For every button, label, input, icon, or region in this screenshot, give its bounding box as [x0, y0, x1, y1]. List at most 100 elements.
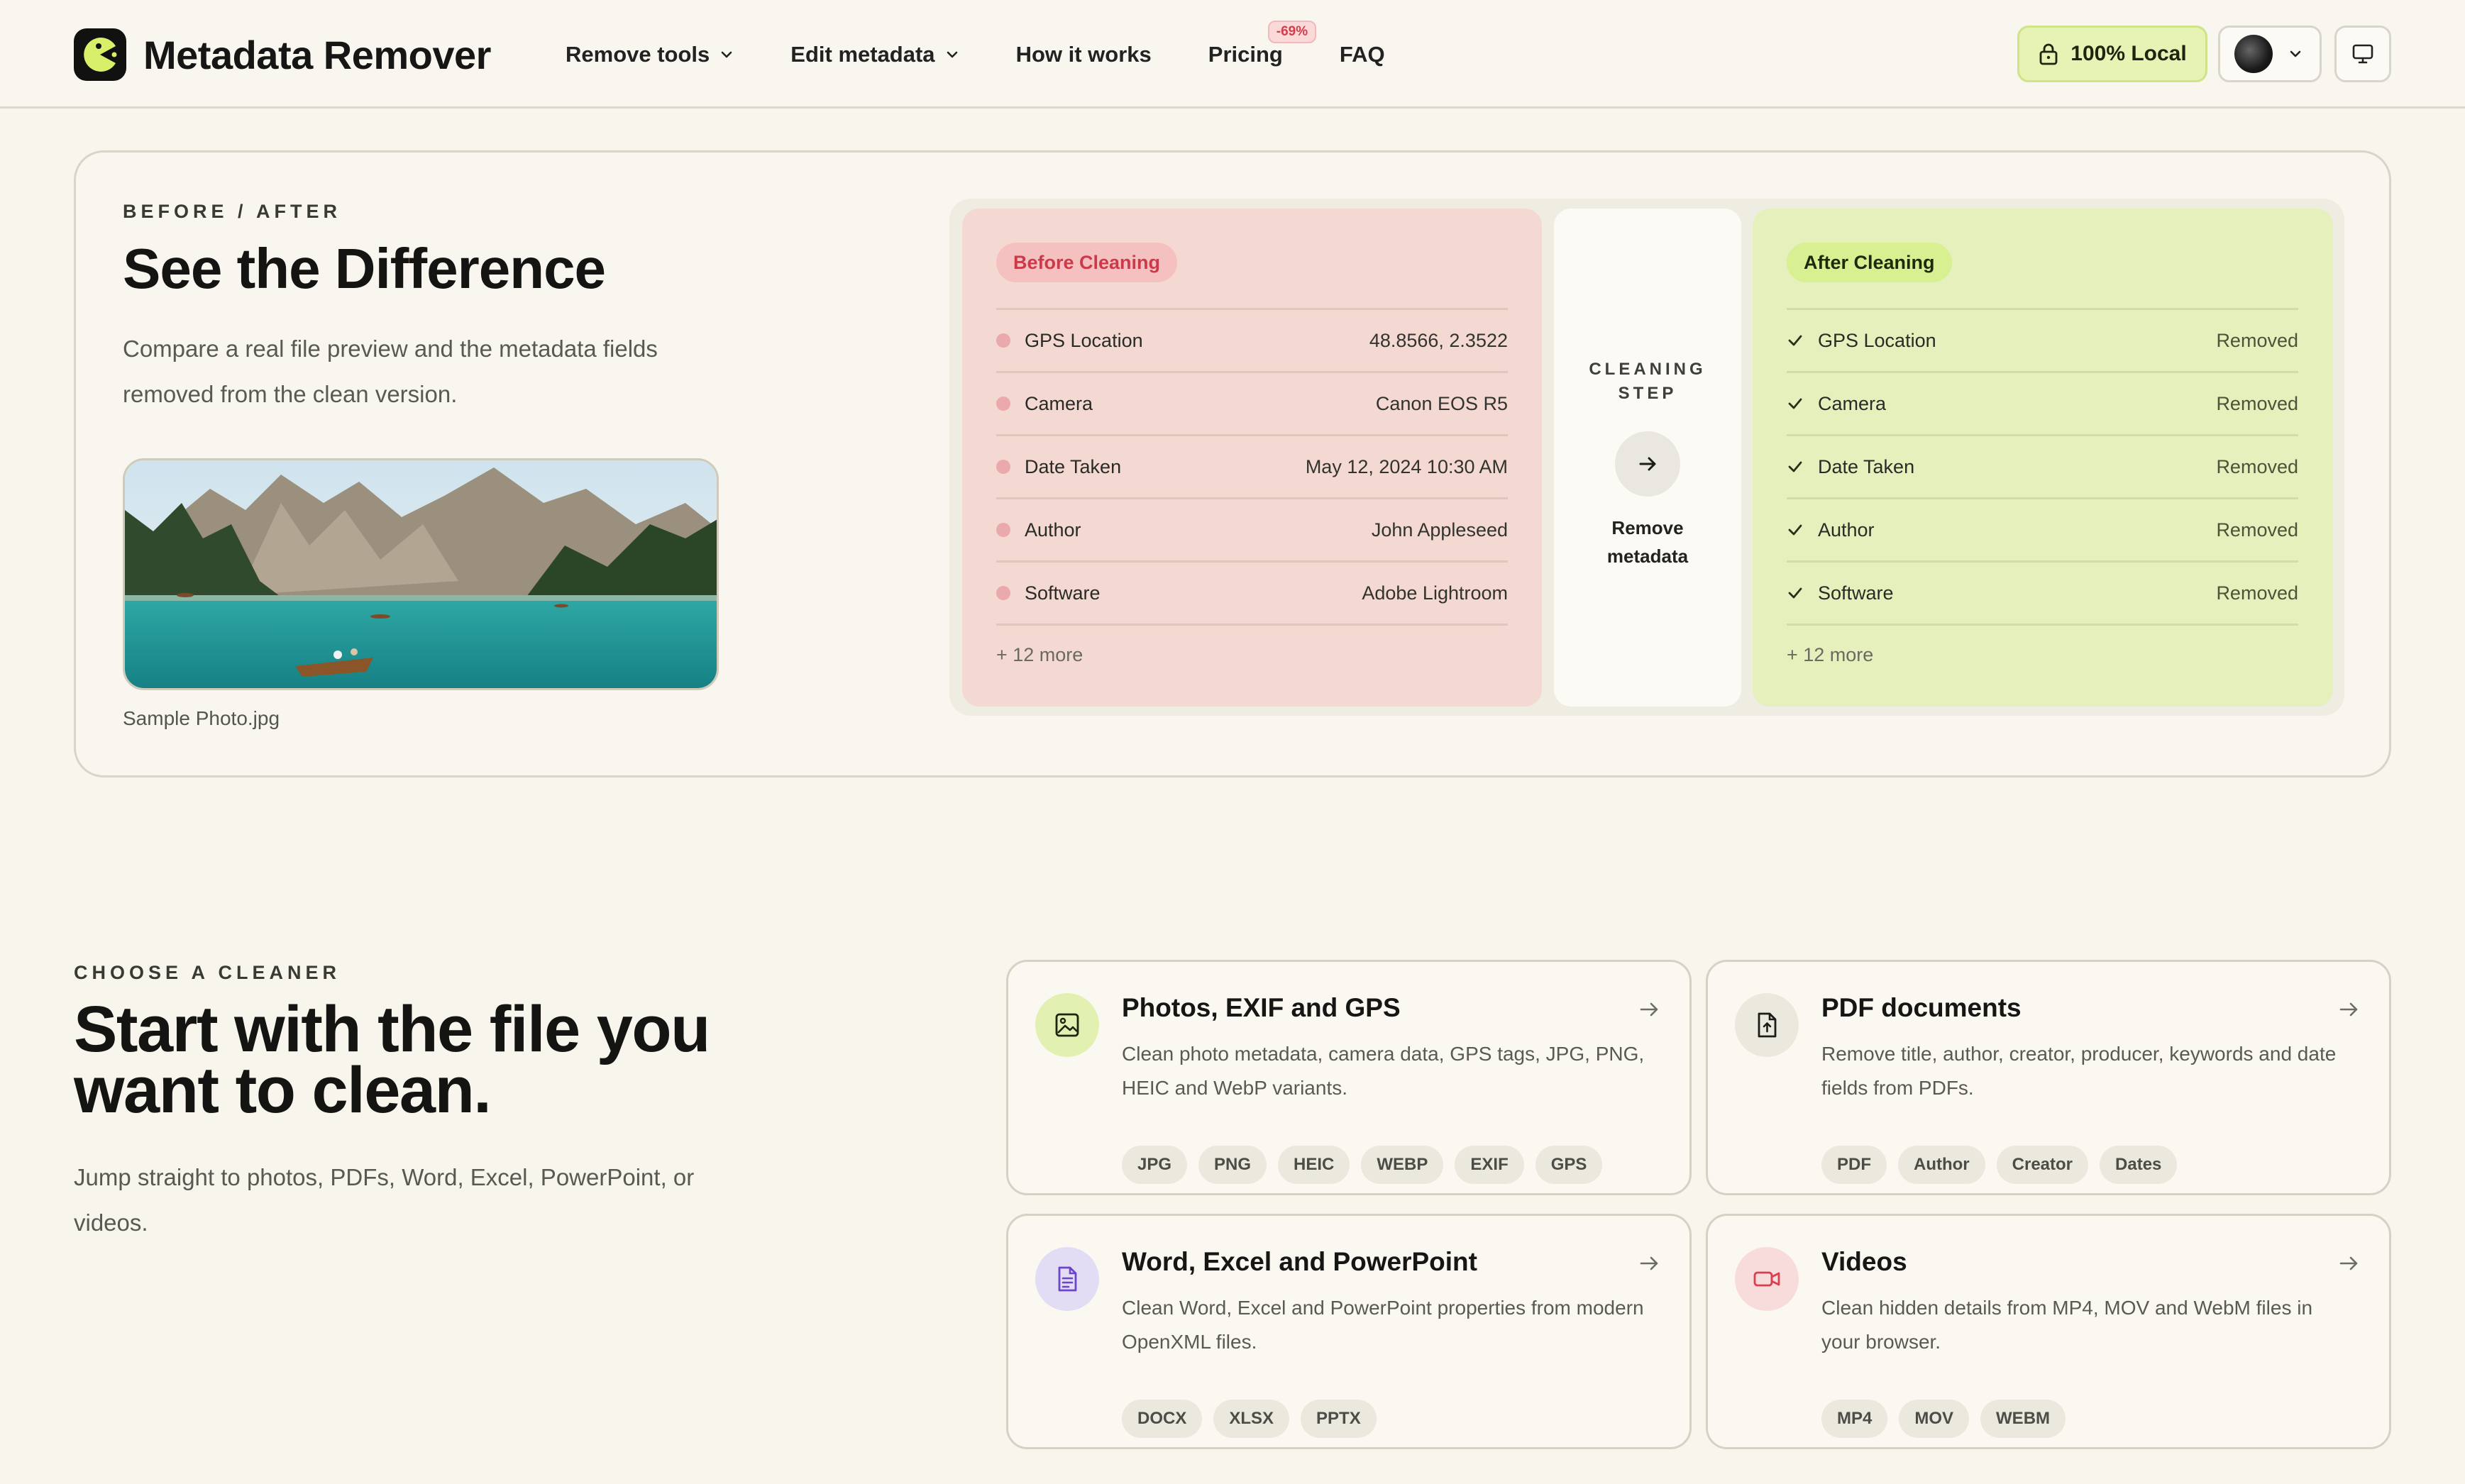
nav-label: Pricing [1208, 41, 1283, 67]
document-icon [1035, 1247, 1099, 1311]
display-mode-button[interactable] [2334, 26, 2391, 82]
format-tag: PPTX [1301, 1400, 1377, 1438]
arrow-right-icon [1640, 1002, 1658, 1017]
nav-label: How it works [1015, 41, 1152, 67]
metadata-comparison: Before Cleaning GPS Location 48.8566, 2.… [949, 199, 2344, 716]
field-label: Software [1818, 582, 1894, 604]
nav-remove-tools[interactable]: Remove tools [566, 42, 734, 67]
image-icon [1035, 993, 1099, 1057]
field-label: GPS Location [1818, 329, 1936, 351]
format-tag: DOCX [1122, 1400, 1203, 1438]
field-label: Camera [1818, 392, 1887, 414]
status-dot [996, 586, 1010, 600]
local-button-label: 100% Local [2070, 42, 2187, 65]
status-dot [996, 460, 1010, 474]
arrow-right-icon [1640, 1256, 1658, 1270]
format-tag: XLSX [1213, 1400, 1290, 1438]
chevron-down-icon [2290, 50, 2301, 57]
format-tags: MP4 MOV WEBM [1821, 1400, 2077, 1438]
metadata-list: GPS Location Removed Camera Removed Date… [1787, 308, 2298, 685]
avatar [2234, 35, 2273, 73]
nav-pricing[interactable]: Pricing -69% [1208, 20, 1317, 67]
format-tag: PNG [1198, 1146, 1267, 1184]
status-dot [996, 523, 1010, 537]
metadata-row: Software Adobe Lightroom [996, 560, 1508, 624]
checkmark-icon [1787, 395, 1804, 412]
nav-faq[interactable]: FAQ [1340, 42, 1385, 67]
card-title: Photos, EXIF and GPS [1122, 993, 1401, 1022]
metadata-row: Software Removed [1787, 560, 2298, 624]
format-tag: Creator [1996, 1146, 2089, 1184]
card-description: Remove title, author, creator, producer,… [1821, 1043, 2337, 1099]
format-tag: WEBM [1980, 1400, 2066, 1438]
cleaner-card-photos[interactable]: Photos, EXIF and GPS Clean photo metadat… [1006, 960, 1692, 1195]
format-tags: JPG PNG HEIC WEBP EXIF GPS [1122, 1146, 1614, 1184]
metadata-row: Date Taken May 12, 2024 10:30 AM [996, 434, 1508, 497]
local-processing-button[interactable]: 100% Local [2017, 26, 2207, 82]
field-label: GPS Location [1025, 329, 1143, 351]
pacman-logo-icon [74, 28, 126, 81]
field-value: Canon EOS R5 [1375, 392, 1508, 414]
card-description: Clean photo metadata, camera data, GPS t… [1122, 1043, 1645, 1099]
field-value: John Appleseed [1371, 519, 1508, 541]
section-title: Start with the file you want to clean. [74, 993, 710, 1126]
more-fields-count: + 12 more [1787, 624, 2298, 685]
checkmark-icon [1787, 332, 1804, 349]
chevron-down-icon [947, 51, 957, 57]
metadata-row: Date Taken Removed [1787, 434, 2298, 497]
cleaner-card-office[interactable]: Word, Excel and PowerPoint Clean Word, E… [1006, 1214, 1692, 1449]
field-value: Removed [2216, 455, 2298, 477]
format-tag: MP4 [1821, 1400, 1888, 1438]
after-cleaning-panel: After Cleaning GPS Location Removed Came… [1753, 209, 2333, 707]
metadata-row: Author Removed [1787, 497, 2298, 560]
before-cleaning-panel: Before Cleaning GPS Location 48.8566, 2.… [962, 209, 1542, 707]
account-menu-button[interactable] [2218, 26, 2322, 82]
field-label: Date Taken [1025, 455, 1122, 477]
cleaning-step-label: CLEANING STEP [1554, 358, 1741, 406]
nav-how-it-works[interactable]: How it works [1016, 42, 1152, 67]
section-eyebrow: BEFORE / AFTER [123, 201, 342, 222]
format-tag: PDF [1821, 1146, 1887, 1184]
field-label: Author [1818, 519, 1875, 541]
card-description: Clean Word, Excel and PowerPoint propert… [1122, 1297, 1644, 1353]
field-label: Software [1025, 582, 1101, 604]
main-nav: Remove tools Edit metadata How it works … [566, 0, 1442, 109]
field-label: Date Taken [1818, 455, 1915, 477]
card-title: Videos [1821, 1247, 1907, 1276]
nav-label: Remove tools [566, 41, 710, 67]
sample-photo-preview [123, 458, 719, 690]
status-dot [996, 333, 1010, 348]
cleaner-card-videos[interactable]: Videos Clean hidden details from MP4, MO… [1706, 1214, 2391, 1449]
cleaner-card-pdf[interactable]: PDF documents Remove title, author, crea… [1706, 960, 2391, 1195]
field-value: Removed [2216, 519, 2298, 541]
metadata-row: Author John Appleseed [996, 497, 1508, 560]
app-name: Metadata Remover [143, 32, 491, 77]
metadata-row: GPS Location Removed [1787, 308, 2298, 371]
metadata-list: GPS Location 48.8566, 2.3522 Camera Cano… [996, 308, 1508, 685]
card-title: PDF documents [1821, 993, 2022, 1022]
field-label: Author [1025, 519, 1081, 541]
section-description: Compare a real file preview and the meta… [123, 336, 658, 407]
section-description: Jump straight to photos, PDFs, Word, Exc… [74, 1164, 695, 1236]
checkmark-icon [1787, 521, 1804, 538]
section-eyebrow: CHOOSE A CLEANER [74, 962, 341, 983]
arrow-right-icon [1615, 431, 1680, 497]
format-tags: PDF Author Creator Dates [1821, 1146, 2188, 1184]
file-upload-icon [1735, 993, 1799, 1057]
checkmark-icon [1787, 458, 1804, 475]
chevron-down-icon [721, 51, 732, 57]
format-tag: MOV [1899, 1400, 1970, 1438]
status-dot [996, 397, 1010, 411]
section-title: See the Difference [123, 237, 606, 300]
brand-logo-link[interactable]: Metadata Remover [74, 28, 491, 81]
nav-edit-metadata[interactable]: Edit metadata [790, 42, 959, 67]
before-after-section: BEFORE / AFTER See the Difference Compar… [74, 150, 2391, 777]
field-label: Camera [1025, 392, 1093, 414]
metadata-row: Camera Canon EOS R5 [996, 371, 1508, 434]
cleaning-step-panel: CLEANING STEP Remove metadata [1554, 209, 1741, 707]
more-fields-count: + 12 more [996, 624, 1508, 685]
format-tag: WEBP [1361, 1146, 1444, 1184]
format-tag: EXIF [1455, 1146, 1524, 1184]
field-value: 48.8566, 2.3522 [1369, 329, 1508, 351]
field-value: Removed [2216, 392, 2298, 414]
